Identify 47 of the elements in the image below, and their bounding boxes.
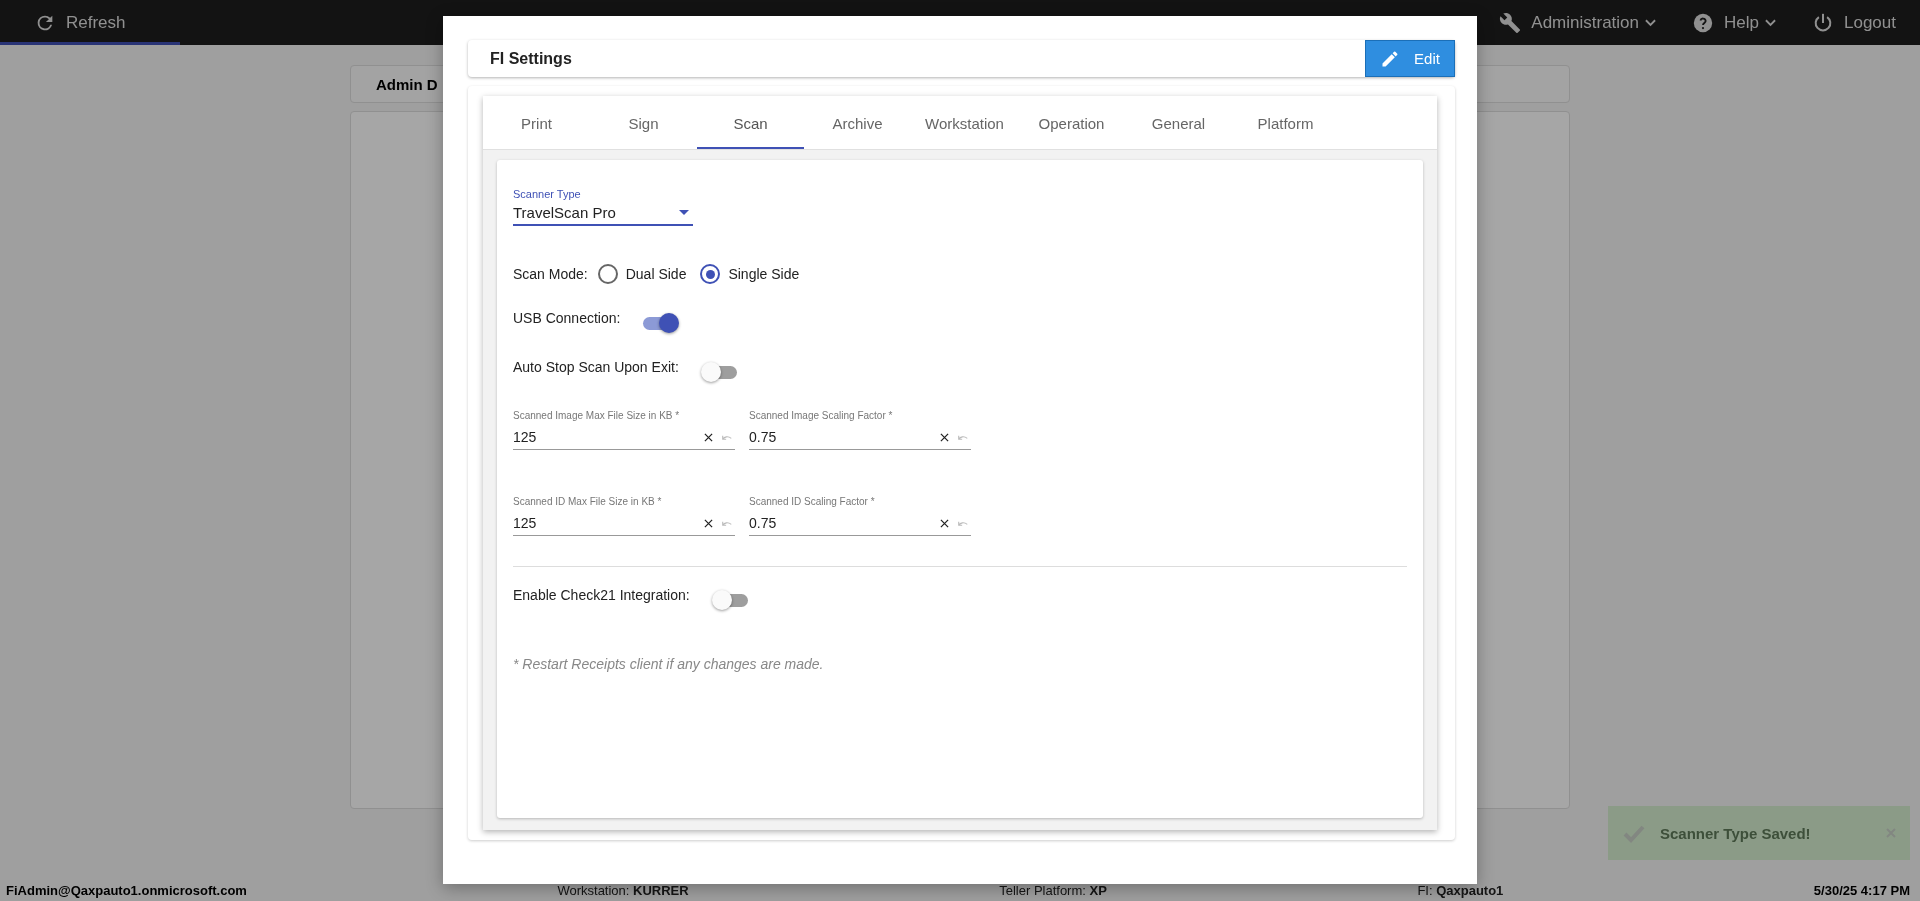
tab[interactable]: Archive [804,96,911,149]
input-field[interactable]: Scanned Image Max File Size in KB * 125 [513,410,735,450]
toggle-label: Auto Stop Scan Upon Exit: [513,359,679,375]
toggle-label: Enable Check21 Integration: [513,587,690,603]
status-item: FI: Qaxpauto1 [1417,882,1504,898]
menu-button[interactable]: Logout [1794,0,1914,45]
tab[interactable]: General [1125,96,1232,149]
toggle-switch[interactable] [711,590,749,610]
menu-button[interactable]: Administration [1481,0,1675,45]
toggle-switch[interactable] [642,313,680,333]
scanner-type-select[interactable]: Scanner Type TravelScan Pro [513,188,693,226]
radio-button[interactable] [700,264,721,284]
panel-title: Admin D [376,75,438,93]
menu-button[interactable]: Help [1674,0,1794,45]
tab[interactable]: Sign [590,96,697,149]
chevron-down-icon [1645,18,1657,27]
dropdown-arrow-icon [679,210,689,215]
clear-icon[interactable] [704,518,713,528]
chevron-down-icon [1765,18,1776,27]
scan-mode-label: Scan Mode: [513,266,588,282]
dialog-title: FI Settings [490,49,572,68]
help-icon [1692,11,1715,34]
status-item: Teller Platform: XP [999,882,1107,898]
toggle-switch[interactable] [700,362,738,382]
input-field[interactable]: Scanned ID Max File Size in KB * 125 [513,496,735,536]
date-time: 5/30/25 4:17 PM [1813,882,1910,898]
radio-option[interactable]: Dual Side [597,264,687,284]
input-field[interactable]: Scanned ID Scaling Factor * 0.75 [749,496,971,536]
radio-button[interactable] [597,264,618,284]
clear-icon[interactable] [704,432,713,442]
status-item: Workstation: KURRER [557,882,689,898]
toast-message: Scanner Type Saved! [1660,824,1811,842]
tab[interactable]: Operation [1018,96,1125,149]
restart-note: * Restart Receipts client if any changes are made. [513,656,825,672]
power-icon [1812,11,1834,34]
radio-option[interactable]: Single Side [700,264,800,284]
toggle-label: USB Connection: [513,310,621,326]
tab[interactable]: Workstation [911,96,1018,149]
tab[interactable]: Print [483,96,590,149]
user-name: FiAdmin@Qaxpauto1.onmicrosoft.com [6,882,247,898]
tab[interactable]: Platform [1232,96,1339,149]
wrench-icon [1499,11,1522,34]
clear-icon[interactable] [940,432,949,442]
refresh-button[interactable]: Refresh [0,0,144,45]
clear-icon[interactable] [940,518,949,528]
edit-button[interactable]: Edit [1365,40,1455,77]
input-field[interactable]: Scanned Image Scaling Factor * 0.75 [749,410,971,450]
